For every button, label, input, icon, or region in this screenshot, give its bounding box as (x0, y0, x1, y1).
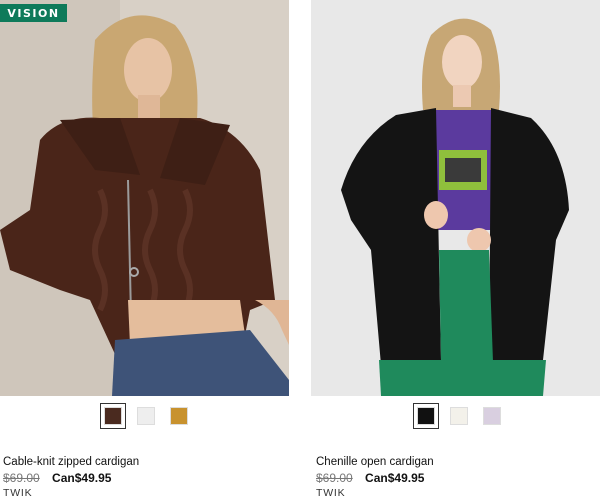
swatch-chip (104, 407, 122, 425)
color-swatches (413, 403, 505, 429)
swatch-brown[interactable] (100, 403, 126, 429)
original-price: $69.00 (316, 471, 353, 485)
product-photo-illustration (0, 0, 289, 396)
vision-badge: VISION (0, 4, 67, 22)
price-row: $69.00 Can$49.95 (3, 471, 111, 485)
product-image[interactable] (311, 0, 600, 396)
swatch-cream[interactable] (446, 403, 472, 429)
product-name[interactable]: Cable-knit zipped cardigan (3, 456, 139, 468)
brand-name: TWIK (316, 487, 346, 498)
product-card-chenille[interactable]: Chenille open cardigan $69.00 Can$49.95 … (311, 0, 600, 498)
swatch-mustard[interactable] (166, 403, 192, 429)
sale-price: Can$49.95 (365, 471, 425, 485)
price-row: $69.00 Can$49.95 (316, 471, 424, 485)
product-photo-illustration (311, 0, 600, 396)
product-name[interactable]: Chenille open cardigan (316, 456, 434, 468)
product-image[interactable] (0, 0, 289, 396)
color-swatches (100, 403, 192, 429)
swatch-black[interactable] (413, 403, 439, 429)
swatch-chip (483, 407, 501, 425)
swatch-white[interactable] (133, 403, 159, 429)
original-price: $69.00 (3, 471, 40, 485)
swatch-chip (417, 407, 435, 425)
swatch-chip (137, 407, 155, 425)
swatch-chip (450, 407, 468, 425)
sale-price: Can$49.95 (52, 471, 112, 485)
product-card-cable-knit[interactable]: VISION Cable-knit zipped cardigan $69.00… (0, 0, 289, 498)
swatch-chip (170, 407, 188, 425)
brand-name: TWIK (3, 487, 33, 498)
swatch-lilac[interactable] (479, 403, 505, 429)
